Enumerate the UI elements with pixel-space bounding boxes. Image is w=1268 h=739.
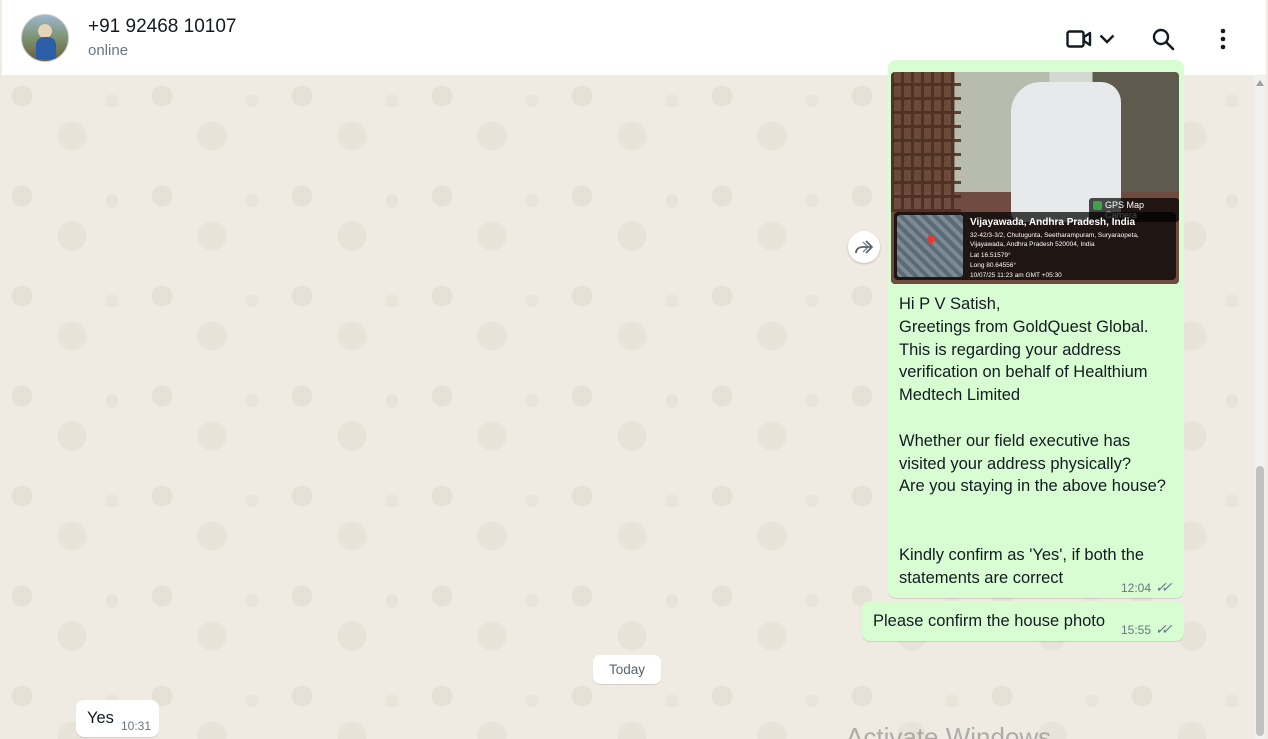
forward-icon <box>855 240 873 254</box>
menu-icon[interactable] <box>1208 24 1238 54</box>
map-thumbnail <box>897 215 963 277</box>
house-photo[interactable]: GPS Map Camera Vijayawada, Andhra Prades… <box>891 72 1179 284</box>
message-time: 10:31 <box>121 719 152 733</box>
gps-datetime: 10/07/25 11:23 am GMT +05:30 <box>970 272 1062 279</box>
scroll-up-arrow-icon[interactable] <box>1256 80 1264 86</box>
gps-lat: Lat 16.51579° <box>970 252 1011 259</box>
contact-name[interactable]: +91 92468 10107 <box>88 16 236 38</box>
double-tick-icon: ✓✓ <box>1155 579 1173 595</box>
gps-address-line1: 32-42/3-3/2, Chutugunta, Seetharampuram,… <box>970 232 1139 239</box>
contact-avatar[interactable] <box>21 14 69 62</box>
scrollbar-thumb[interactable] <box>1256 466 1264 736</box>
confirm-photo-message-text: Please confirm the house photo <box>873 612 1106 630</box>
message-meta: 12:04 ✓✓ <box>1121 579 1173 596</box>
message-time: 12:04 <box>1121 580 1152 595</box>
chevron-down-icon[interactable] <box>1096 24 1118 54</box>
gps-city: Vijayawada, Andhra Pradesh, India <box>970 217 1136 228</box>
gps-stamp: Vijayawada, Andhra Pradesh, India 32-42/… <box>894 212 1176 280</box>
verification-message-text: Hi P V Satish, Greetings from GoldQuest … <box>899 295 1166 587</box>
map-pin-icon <box>925 233 937 245</box>
contact-status: online <box>88 42 129 59</box>
video-call-icon[interactable] <box>1064 24 1094 54</box>
activate-windows-watermark: Activate Windows <box>846 722 1052 739</box>
date-divider: Today <box>593 655 661 684</box>
search-icon[interactable] <box>1148 24 1178 54</box>
message-meta: 15:55 ✓✓ <box>1121 621 1173 638</box>
gps-address-line2: Vijayawada, Andhra Pradesh 520004, India <box>970 241 1095 248</box>
whatsapp-chat-window: +91 92468 10107 online GPS Map Vijayawad… <box>0 0 1268 739</box>
message-time: 15:55 <box>1121 622 1152 637</box>
gps-long: Long 80.64556° <box>970 262 1016 269</box>
forward-button[interactable] <box>848 231 880 263</box>
double-tick-icon: ✓✓ <box>1155 621 1173 637</box>
scrollbar[interactable] <box>1254 76 1266 739</box>
reply-message-text: Yes <box>87 709 114 727</box>
